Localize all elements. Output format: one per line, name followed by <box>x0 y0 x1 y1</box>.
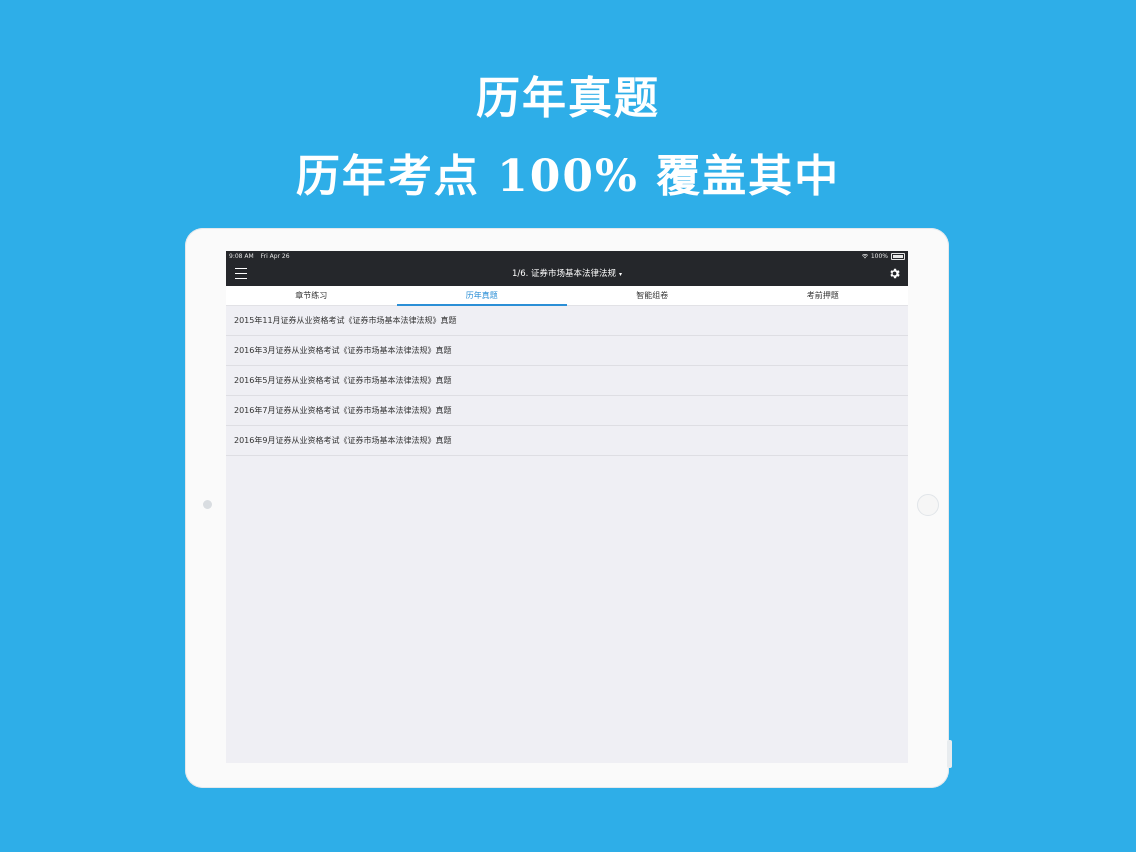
status-bar: 9:08 AM Fri Apr 26 100% <box>226 251 908 262</box>
nav-bar: 1/6. 证券市场基本法律法规 ▾ <box>226 262 908 286</box>
tab-past-exams[interactable]: 历年真题 <box>396 286 568 306</box>
list-item[interactable]: 2016年9月证券从业资格考试《证券市场基本法律法规》真题 <box>226 426 908 456</box>
subject-selector[interactable]: 1/6. 证券市场基本法律法规 ▾ <box>226 262 908 287</box>
tab-bar: 章节练习 历年真题 智能组卷 考前押题 <box>226 286 908 306</box>
status-date: Fri Apr 26 <box>260 253 290 260</box>
dropdown-caret-icon: ▾ <box>619 271 623 278</box>
list-item[interactable]: 2016年3月证券从业资格考试《证券市场基本法律法规》真题 <box>226 336 908 366</box>
battery-icon <box>891 253 905 260</box>
tablet-camera <box>203 500 212 509</box>
nav-title: 1/6. 证券市场基本法律法规 <box>511 269 617 279</box>
list-item[interactable]: 2016年5月证券从业资格考试《证券市场基本法律法规》真题 <box>226 366 908 396</box>
app-screen: 9:08 AM Fri Apr 26 100% 1/6. 证券市场基本法律法规 ▾… <box>226 251 908 763</box>
list-item[interactable]: 2016年7月证券从业资格考试《证券市场基本法律法规》真题 <box>226 396 908 426</box>
list-item[interactable]: 2015年11月证券从业资格考试《证券市场基本法律法规》真题 <box>226 306 908 336</box>
tablet-home-button <box>917 494 939 516</box>
battery-percent: 100% <box>870 253 888 260</box>
tab-smart-paper[interactable]: 智能组卷 <box>567 286 738 305</box>
tab-pre-exam-prediction[interactable]: 考前押题 <box>738 286 909 305</box>
tablet-side-button <box>947 740 952 768</box>
gear-icon[interactable] <box>888 267 901 280</box>
promo-subheadline: 历年考点 100% 覆盖其中 <box>295 151 841 202</box>
tab-chapter-practice[interactable]: 章节练习 <box>226 286 397 305</box>
wifi-icon <box>861 254 868 259</box>
exam-list: 2015年11月证券从业资格考试《证券市场基本法律法规》真题 2016年3月证券… <box>226 306 908 456</box>
status-time: 9:08 AM <box>229 253 254 260</box>
promo-headline: 历年真题 <box>476 73 660 124</box>
